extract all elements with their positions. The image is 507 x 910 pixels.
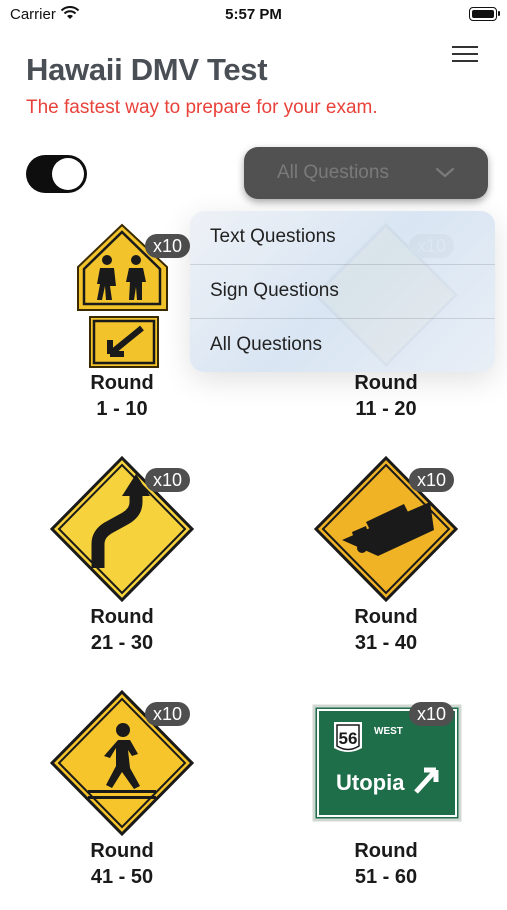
menu-item-text-questions[interactable]: Text Questions [190,211,495,264]
round-range: 11 - 20 [355,398,417,420]
question-filter-menu: Text Questions Sign Questions All Questi… [190,211,495,372]
round-range: 21 - 30 [90,632,154,654]
question-count-badge: x10 [408,702,454,726]
round-card-5[interactable]: x10 Round 41 - 50 [2,690,242,910]
status-bar: Carrier 5:57 PM [0,0,507,30]
truck-hill-sign-icon [313,456,459,603]
page-title: Hawaii DMV Test [26,52,268,87]
question-count-badge: x10 [144,702,190,726]
round-label: Round [354,840,418,862]
route-direction: WEST [374,726,403,737]
round-label: Round [90,372,154,394]
round-range: 31 - 40 [354,632,418,654]
menu-item-label: All Questions [210,334,322,355]
round-card-6[interactable]: 56 WEST Utopia x10 Round 51 - 60 [266,690,506,910]
menu-item-sign-questions[interactable]: Sign Questions [190,265,495,318]
round-range: 41 - 50 [90,866,154,888]
page-subtitle: The fastest way to prepare for your exam… [26,97,378,118]
round-label: Round [354,372,418,394]
question-count-badge: x10 [144,468,190,492]
menu-item-label: Text Questions [210,226,336,247]
clock: 5:57 PM [225,6,282,23]
round-card-3[interactable]: x10 Round 21 - 30 [2,456,242,676]
question-count-badge: x10 [144,234,190,258]
menu-icon[interactable] [452,42,480,66]
route-number: 56 [339,729,358,748]
battery-icon [469,7,500,21]
chevron-down-icon [435,167,455,178]
round-range: 51 - 60 [354,866,418,888]
pedestrian-crossing-sign-icon [49,690,195,837]
question-count-badge: x10 [408,468,454,492]
curve-arrow-sign-icon [49,456,195,603]
menu-item-label: Sign Questions [210,280,339,301]
menu-item-all-questions[interactable]: All Questions [190,319,495,372]
round-label: Round [354,606,418,628]
highway-guide-sign-icon: 56 WEST Utopia [312,704,462,822]
round-range: 1 - 10 [96,398,148,420]
round-label: Round [90,606,154,628]
toggle-knob [52,158,84,190]
filter-value: All Questions [277,162,389,183]
mode-toggle[interactable] [26,155,87,193]
round-card-4[interactable]: x10 Round 31 - 40 [266,456,506,676]
destination-label: Utopia [336,770,405,795]
round-label: Round [90,840,154,862]
question-filter-select[interactable]: All Questions [244,147,488,199]
